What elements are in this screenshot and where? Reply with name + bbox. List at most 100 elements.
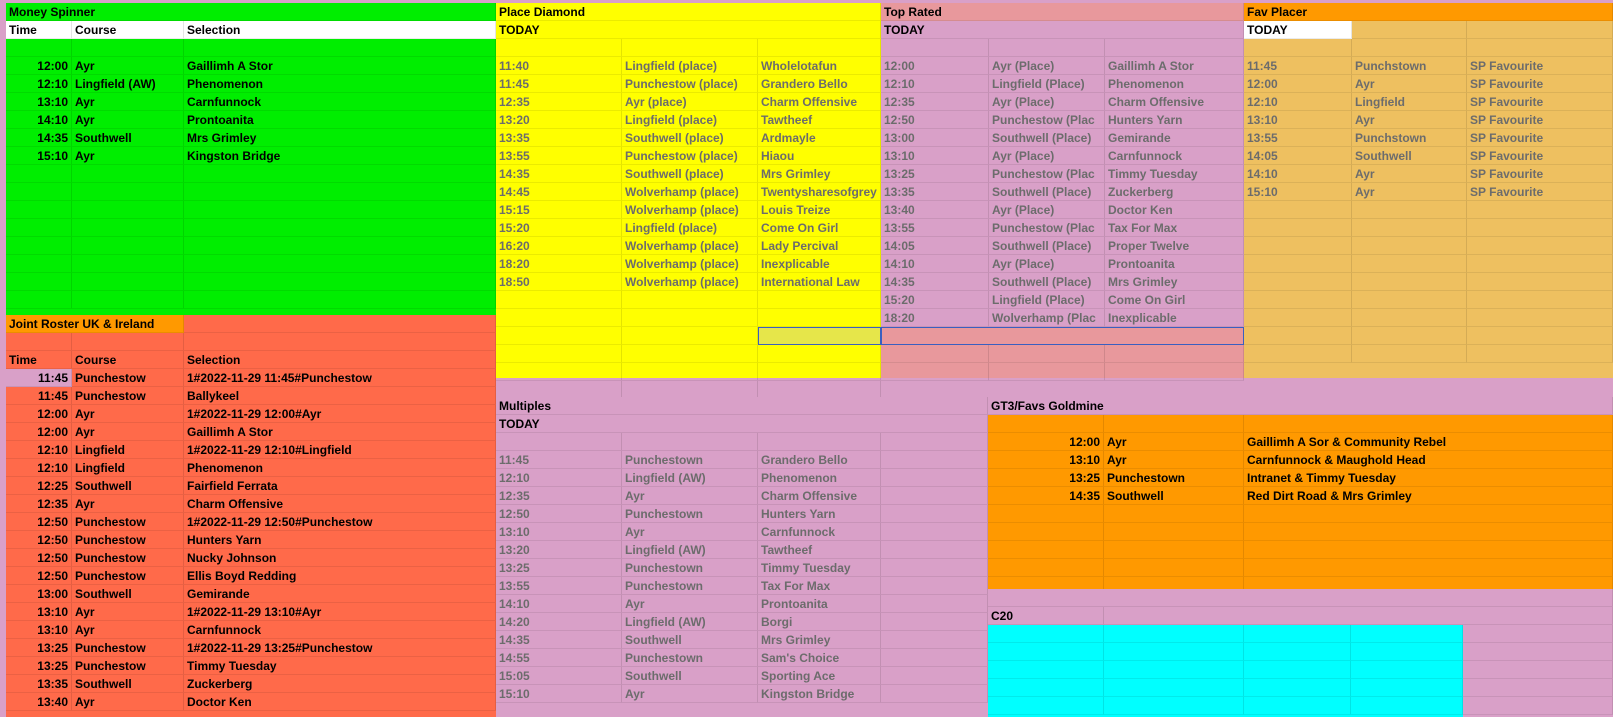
empty-cell[interactable] — [881, 39, 989, 57]
time-cell[interactable]: 15:10 — [6, 147, 72, 165]
empty-cell[interactable] — [1105, 363, 1244, 381]
selection-cell[interactable]: Fairfield Ferrata — [184, 477, 496, 495]
time-cell[interactable]: 13:10 — [988, 451, 1104, 469]
empty-cell[interactable] — [988, 505, 1104, 523]
fav-placer-title[interactable]: Fav Placer — [1244, 3, 1613, 21]
money-spinner-title[interactable]: Money Spinner — [6, 3, 496, 21]
course-cell[interactable]: Wolverhamp (place) — [622, 183, 758, 201]
course-cell[interactable]: Punchestow — [72, 513, 184, 531]
time-cell[interactable]: 13:35 — [881, 183, 989, 201]
course-cell[interactable]: Southwell (Place) — [989, 273, 1105, 291]
empty-cell[interactable] — [881, 451, 988, 469]
empty-cell[interactable] — [496, 39, 622, 57]
selection-cell[interactable]: Mrs Grimley — [758, 631, 881, 649]
empty-cell[interactable] — [758, 433, 881, 451]
empty-cell[interactable] — [1352, 345, 1467, 363]
time-cell[interactable]: 15:10 — [1244, 183, 1352, 201]
time-cell[interactable]: 13:35 — [6, 675, 72, 693]
empty-cell[interactable] — [1244, 327, 1352, 345]
selection-cell[interactable]: Lady Percival — [758, 237, 881, 255]
selection-cell[interactable]: Hunters Yarn — [184, 531, 496, 549]
course-cell[interactable]: Ayr — [72, 423, 184, 441]
time-cell[interactable]: 12:35 — [881, 93, 989, 111]
empty-cell[interactable] — [1467, 309, 1613, 327]
empty-cell[interactable] — [496, 433, 622, 451]
empty-cell[interactable] — [72, 237, 184, 255]
time-cell[interactable]: 13:00 — [6, 585, 72, 603]
course-cell[interactable]: Punchestow (Plac — [989, 219, 1105, 237]
col-course-header[interactable]: Course — [72, 351, 184, 369]
empty-cell[interactable] — [6, 273, 72, 291]
course-cell[interactable]: Ayr — [72, 111, 184, 129]
selection-cell[interactable]: SP Favourite — [1467, 129, 1613, 147]
empty-cell[interactable] — [1244, 291, 1352, 309]
today-label[interactable]: TODAY — [496, 415, 988, 433]
empty-cell[interactable] — [1244, 201, 1352, 219]
empty-cell[interactable] — [988, 625, 1104, 643]
selection-cell[interactable]: SP Favourite — [1467, 75, 1613, 93]
course-cell[interactable]: Southwell (Place) — [989, 183, 1105, 201]
empty-cell[interactable] — [72, 183, 184, 201]
time-cell[interactable]: 13:25 — [496, 559, 622, 577]
empty-cell[interactable] — [6, 237, 72, 255]
course-cell[interactable]: Southwell (Place) — [989, 237, 1105, 255]
selection-cell[interactable]: 1#2022-11-29 12:10#Lingfield — [184, 441, 496, 459]
empty-cell[interactable] — [184, 39, 496, 57]
selection-cell[interactable]: Prontoanita — [758, 595, 881, 613]
empty-cell[interactable] — [988, 415, 1104, 433]
empty-cell[interactable] — [988, 679, 1104, 697]
time-cell[interactable]: 13:10 — [1244, 111, 1352, 129]
time-cell[interactable]: 14:55 — [496, 649, 622, 667]
course-cell[interactable]: Wolverhamp (place) — [622, 273, 758, 291]
selection-cell[interactable]: Charm Offensive — [758, 487, 881, 505]
col-time-header[interactable]: Time — [6, 21, 72, 39]
empty-cell[interactable] — [1351, 679, 1463, 697]
time-cell[interactable]: 12:35 — [496, 93, 622, 111]
course-cell[interactable]: Punchestow — [72, 369, 184, 387]
selection-cell[interactable]: Timmy Tuesday — [1105, 165, 1244, 183]
empty-cell[interactable] — [184, 291, 496, 309]
course-cell[interactable]: Ayr — [1352, 183, 1467, 201]
time-cell[interactable]: 13:20 — [496, 541, 622, 559]
course-cell[interactable]: Ayr — [622, 595, 758, 613]
course-cell[interactable]: Punchestown — [622, 559, 758, 577]
selection-cell[interactable]: Doctor Ken — [1105, 201, 1244, 219]
time-cell[interactable]: 13:10 — [881, 147, 989, 165]
course-cell[interactable]: Southwell — [72, 585, 184, 603]
time-cell[interactable]: 11:45 — [1244, 57, 1352, 75]
empty-cell[interactable] — [72, 165, 184, 183]
empty-cell[interactable] — [1244, 415, 1613, 433]
empty-cell[interactable] — [1467, 219, 1613, 237]
joint-roster-title[interactable]: Joint Roster UK & Ireland — [6, 315, 184, 333]
empty-cell[interactable] — [989, 39, 1105, 57]
time-cell[interactable]: 11:45 — [496, 75, 622, 93]
empty-cell[interactable] — [1105, 39, 1244, 57]
empty-cell[interactable] — [988, 541, 1104, 559]
time-cell[interactable]: 15:10 — [496, 685, 622, 703]
empty-cell[interactable] — [6, 291, 72, 309]
selection-cell[interactable]: Intranet & Timmy Tuesday — [1244, 469, 1613, 487]
selected-cell[interactable] — [758, 327, 881, 345]
empty-cell[interactable] — [1351, 661, 1463, 679]
empty-cell[interactable] — [1352, 39, 1467, 57]
empty-cell[interactable] — [184, 201, 496, 219]
course-cell[interactable]: Punchestow — [72, 387, 184, 405]
course-cell[interactable]: Lingfield — [72, 459, 184, 477]
selection-cell[interactable]: Tax For Max — [758, 577, 881, 595]
empty-cell[interactable] — [1104, 541, 1244, 559]
empty-cell[interactable] — [622, 327, 758, 345]
empty-cell[interactable] — [1352, 237, 1467, 255]
selection-cell[interactable]: Mrs Grimley — [1105, 273, 1244, 291]
empty-cell[interactable] — [1244, 523, 1613, 541]
selection-cell[interactable]: International Law — [758, 273, 881, 291]
time-cell[interactable]: 14:20 — [496, 613, 622, 631]
selection-cell[interactable]: Carnfunnock — [1105, 147, 1244, 165]
empty-cell[interactable] — [1352, 201, 1467, 219]
selection-cell[interactable]: Louis Treize — [758, 201, 881, 219]
empty-cell[interactable] — [989, 363, 1105, 381]
course-cell[interactable]: Punchestown — [1104, 469, 1244, 487]
time-cell[interactable]: 13:25 — [6, 657, 72, 675]
empty-cell[interactable] — [1352, 291, 1467, 309]
empty-cell[interactable] — [1244, 309, 1352, 327]
time-cell[interactable]: 12:00 — [6, 57, 72, 75]
